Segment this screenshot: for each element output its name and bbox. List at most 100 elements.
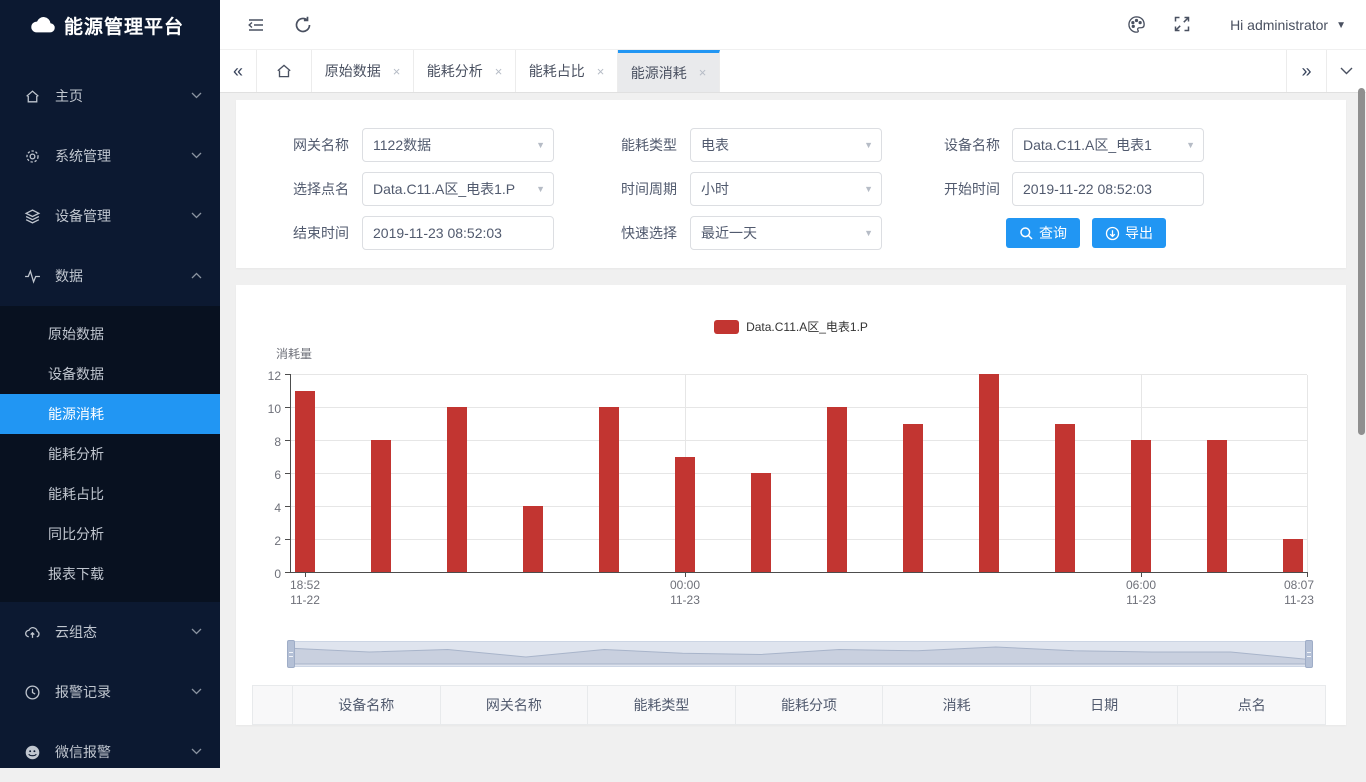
bar-plot: 02468101218:52 11-2200:00 11-2306:00 11-… <box>290 375 1307 573</box>
y-axis-tick <box>285 473 291 474</box>
sidebar-item-label: 设备管理 <box>55 206 111 226</box>
quick-select[interactable]: 最近一天▼ <box>690 216 882 250</box>
table-column-gateway: 网关名称 <box>441 686 589 724</box>
submenu-item-yoy-analysis[interactable]: 同比分析 <box>0 514 220 554</box>
cloud-logo-icon <box>30 15 56 35</box>
select-value: 小时 <box>701 181 729 197</box>
caret-down-icon: ▼ <box>1186 129 1195 161</box>
gateway-select[interactable]: 1122数据▼ <box>362 128 554 162</box>
bar-5 <box>675 457 695 573</box>
bar-3 <box>523 506 543 572</box>
submenu-item-report-download[interactable]: 报表下载 <box>0 554 220 594</box>
sidebar-item-label: 主页 <box>55 86 83 106</box>
end-time-input[interactable]: 2019-11-23 08:52:03 <box>362 216 554 250</box>
refresh-icon[interactable] <box>292 14 314 36</box>
gridline-h <box>291 539 1307 540</box>
start-time-input[interactable]: 2019-11-22 08:52:03 <box>1012 172 1204 206</box>
table-column-subitem: 能耗分项 <box>736 686 884 724</box>
field-label: 结束时间 <box>279 216 349 250</box>
sidebar-item-label: 微信报警 <box>55 742 111 762</box>
query-button[interactable]: 查询 <box>1006 218 1080 248</box>
sidebar-item-system[interactable]: 系统管理 <box>0 126 220 186</box>
field-label: 时间周期 <box>607 172 677 206</box>
field-label: 开始时间 <box>930 172 1000 206</box>
caret-down-icon: ▼ <box>864 129 873 161</box>
tabs-scroll-right-icon[interactable]: » <box>1286 50 1326 92</box>
tab-home[interactable] <box>257 50 312 92</box>
bar-2 <box>447 407 467 572</box>
submenu-item-energy-consumption[interactable]: 能源消耗 <box>0 394 220 434</box>
submenu-item-raw-data[interactable]: 原始数据 <box>0 314 220 354</box>
bar-13 <box>1283 539 1303 572</box>
tab-label: 能源消耗 <box>631 63 687 83</box>
sidebar-item-cloud-scada[interactable]: 云组态 <box>0 602 220 662</box>
home-icon <box>24 88 41 105</box>
sidebar-item-data[interactable]: 数据 <box>0 246 220 306</box>
export-button-label: 导出 <box>1125 223 1153 243</box>
submenu-item-consumption-ratio[interactable]: 能耗占比 <box>0 474 220 514</box>
gridline-h <box>291 440 1307 441</box>
table-column-energy-type: 能耗类型 <box>588 686 736 724</box>
bar-12 <box>1207 440 1227 572</box>
theme-palette-icon[interactable] <box>1126 14 1148 36</box>
x-axis-tick <box>1307 572 1308 577</box>
window-scrollbar-thumb[interactable] <box>1358 88 1365 435</box>
close-icon[interactable]: × <box>495 64 503 79</box>
sidebar-item-alarm-log[interactable]: 报警记录 <box>0 662 220 722</box>
point-select[interactable]: Data.C11.A区_电表1.P▼ <box>362 172 554 206</box>
user-greeting: Hi administrator <box>1230 17 1328 33</box>
x-tick-label: 18:52 11-22 <box>290 578 320 608</box>
table-select-column <box>253 686 293 724</box>
top-header: Hi administrator ▼ <box>220 0 1366 50</box>
legend-label: Data.C11.A区_电表1.P <box>746 318 868 335</box>
y-axis-tick <box>285 539 291 540</box>
submenu-item-device-data[interactable]: 设备数据 <box>0 354 220 394</box>
sidebar-item-label: 云组态 <box>55 622 97 642</box>
export-button[interactable]: 导出 <box>1092 218 1166 248</box>
x-axis-tick <box>1141 572 1142 577</box>
user-menu[interactable]: Hi administrator ▼ <box>1230 0 1346 50</box>
caret-down-icon: ▼ <box>864 217 873 249</box>
table-column-device: 设备名称 <box>293 686 441 724</box>
y-tick-label: 8 <box>274 435 281 449</box>
period-select[interactable]: 小时▼ <box>690 172 882 206</box>
sidebar: 能源管理平台 主页 系统管理 设备管理 <box>0 0 220 768</box>
field-label: 设备名称 <box>930 128 1000 162</box>
sidebar-item-label: 报警记录 <box>55 682 111 702</box>
tab-consumption-analysis[interactable]: 能耗分析 × <box>414 50 516 92</box>
sidebar-item-devices[interactable]: 设备管理 <box>0 186 220 246</box>
tabs-menu-icon[interactable] <box>1326 50 1366 92</box>
field-label: 能耗类型 <box>607 128 677 162</box>
tab-label: 能耗分析 <box>427 61 483 81</box>
close-icon[interactable]: × <box>699 65 707 80</box>
energy-type-select[interactable]: 电表▼ <box>690 128 882 162</box>
datazoom-slider[interactable] <box>290 641 1310 667</box>
y-axis-tick <box>285 506 291 507</box>
table-column-consumption: 消耗 <box>883 686 1031 724</box>
datazoom-right-handle[interactable] <box>1305 640 1313 668</box>
close-icon[interactable]: × <box>393 64 401 79</box>
collapse-sidebar-icon[interactable] <box>245 14 267 36</box>
tab-energy-consumption[interactable]: 能源消耗 × <box>618 50 720 92</box>
app-title: 能源管理平台 <box>64 12 184 39</box>
tab-raw-data[interactable]: 原始数据× <box>312 50 414 92</box>
gear-icon <box>24 148 41 165</box>
legend-swatch <box>714 320 739 334</box>
field-label: 选择点名 <box>279 172 349 206</box>
submenu-item-consumption-analysis[interactable]: 能耗分析 <box>0 434 220 474</box>
main-content: 网关名称 1122数据▼ 能耗类型 电表▼ 设备名称 Data.C11.A区_电… <box>220 93 1366 768</box>
chart-legend[interactable]: Data.C11.A区_电表1.P <box>236 318 1346 335</box>
tab-consumption-ratio[interactable]: 能耗占比× <box>516 50 618 92</box>
close-icon[interactable]: × <box>597 64 605 79</box>
sidebar-item-wechat-alarm[interactable]: 微信报警 <box>0 722 220 782</box>
bar-9 <box>979 374 999 572</box>
data-submenu: 原始数据 设备数据 能源消耗 能耗分析 能耗占比 同比分析 报表下载 <box>0 306 220 602</box>
sidebar-item-home[interactable]: 主页 <box>0 66 220 126</box>
device-select[interactable]: Data.C11.A区_电表1▼ <box>1012 128 1204 162</box>
clock-icon <box>24 684 41 701</box>
tabs-scroll-left-icon[interactable]: « <box>220 50 257 92</box>
fullscreen-icon[interactable] <box>1172 14 1194 36</box>
bar-7 <box>827 407 847 572</box>
gridline-h <box>291 506 1307 507</box>
datazoom-left-handle[interactable] <box>287 640 295 668</box>
